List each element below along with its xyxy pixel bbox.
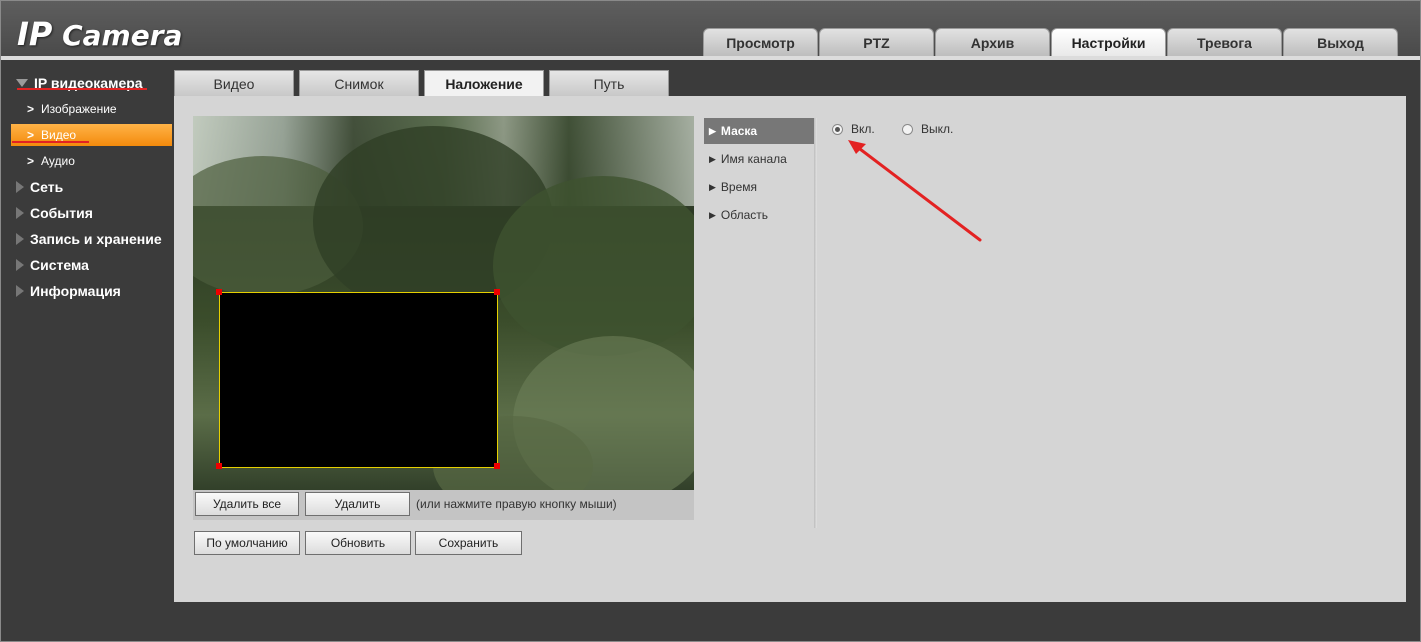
tab-ptz[interactable]: PTZ	[819, 28, 934, 56]
top-navigation: Просмотр PTZ Архив Настройки Тревога Вых…	[703, 28, 1398, 56]
sidebar-subitem-label: Изображение	[41, 102, 117, 116]
triangle-down-icon	[16, 79, 28, 87]
subtab-overlay[interactable]: Наложение	[424, 70, 544, 96]
chevron-right-icon: >	[27, 154, 35, 168]
triangle-right-icon	[16, 233, 24, 245]
delete-hint: (или нажмите правую кнопку мыши)	[416, 497, 617, 511]
radio-off-label: Выкл.	[921, 122, 954, 136]
sidebar-subitem-image[interactable]: > Изображение	[0, 98, 172, 120]
tab-logout[interactable]: Выход	[1283, 28, 1398, 56]
submenu-label: Время	[720, 180, 758, 194]
submenu-region[interactable]: ▶ Область	[704, 202, 814, 228]
submenu-divider	[814, 118, 817, 528]
sidebar-item-storage[interactable]: Запись и хранение	[0, 228, 172, 250]
triangle-right-icon: ▶	[709, 125, 716, 136]
annotation-underline	[12, 141, 89, 143]
radio-on[interactable]	[832, 123, 843, 135]
logo-camera: Camera	[62, 19, 183, 52]
submenu-label: Маска	[720, 124, 758, 138]
overlay-submenu: ▶ Маска ▶ Имя канала ▶ Время ▶ Область	[704, 118, 814, 230]
privacy-mask-region[interactable]	[219, 292, 498, 468]
submenu-time[interactable]: ▶ Время	[704, 174, 814, 200]
sidebar-subitem-label: Видео	[41, 128, 77, 142]
delete-all-button[interactable]: Удалить все	[195, 492, 299, 516]
mask-off-option[interactable]: Выкл.	[902, 122, 953, 136]
radio-on-label: Вкл.	[851, 122, 875, 136]
video-preview[interactable]	[193, 116, 694, 490]
save-button[interactable]: Сохранить	[415, 531, 522, 555]
triangle-right-icon	[16, 259, 24, 271]
delete-button[interactable]: Удалить	[305, 492, 410, 516]
submenu-label: Область	[720, 208, 769, 222]
subtab-snapshot[interactable]: Снимок	[299, 70, 419, 96]
annotation-arrow-icon	[848, 140, 982, 242]
mask-on-option[interactable]: Вкл.	[832, 122, 875, 136]
sidebar-item-system[interactable]: Система	[0, 254, 172, 276]
submenu-mask[interactable]: ▶ Маска	[704, 118, 814, 144]
tab-alarm[interactable]: Тревога	[1167, 28, 1282, 56]
chevron-right-icon: >	[27, 102, 35, 116]
triangle-right-icon	[16, 207, 24, 219]
logo-ip: IP	[17, 15, 53, 53]
sidebar-item-label: Запись и хранение	[30, 231, 162, 247]
sidebar-subitem-audio[interactable]: > Аудио	[0, 150, 172, 172]
sidebar-item-label: События	[30, 205, 93, 221]
sidebar-item-label: Сеть	[30, 179, 64, 195]
sidebar-item-label: Информация	[30, 283, 121, 299]
tab-archive[interactable]: Архив	[935, 28, 1050, 56]
triangle-right-icon	[16, 285, 24, 297]
sidebar-item-network[interactable]: Сеть	[0, 176, 172, 198]
video-foliage	[493, 176, 694, 356]
triangle-right-icon: ▶	[709, 181, 716, 192]
sidebar-item-events[interactable]: События	[0, 202, 172, 224]
sidebar-item-ip-camera[interactable]: IP видеокамера	[0, 72, 172, 94]
chevron-right-icon: >	[27, 128, 35, 142]
annotation-underline	[17, 88, 147, 90]
tab-settings[interactable]: Настройки	[1051, 28, 1166, 56]
submenu-label: Имя канала	[720, 152, 787, 166]
sub-tabs: Видео Снимок Наложение Путь	[174, 70, 669, 96]
triangle-right-icon: ▶	[709, 209, 716, 220]
subtab-video[interactable]: Видео	[174, 70, 294, 96]
sidebar-subitem-label: Аудио	[41, 154, 75, 168]
default-button[interactable]: По умолчанию	[194, 531, 300, 555]
triangle-right-icon	[16, 181, 24, 193]
header-divider	[1, 56, 1420, 60]
app-logo: IP Camera	[17, 15, 182, 53]
sidebar	[1, 60, 173, 640]
radio-off[interactable]	[902, 123, 913, 135]
refresh-button[interactable]: Обновить	[305, 531, 411, 555]
mask-handle[interactable]	[494, 289, 500, 295]
sidebar-item-info[interactable]: Информация	[0, 280, 172, 302]
triangle-right-icon: ▶	[709, 153, 716, 164]
mask-handle[interactable]	[494, 463, 500, 469]
sidebar-item-label: Система	[30, 257, 89, 273]
submenu-channel-name[interactable]: ▶ Имя канала	[704, 146, 814, 172]
mask-handle[interactable]	[216, 463, 222, 469]
subtab-path[interactable]: Путь	[549, 70, 669, 96]
mask-handle[interactable]	[216, 289, 222, 295]
tab-preview[interactable]: Просмотр	[703, 28, 818, 56]
